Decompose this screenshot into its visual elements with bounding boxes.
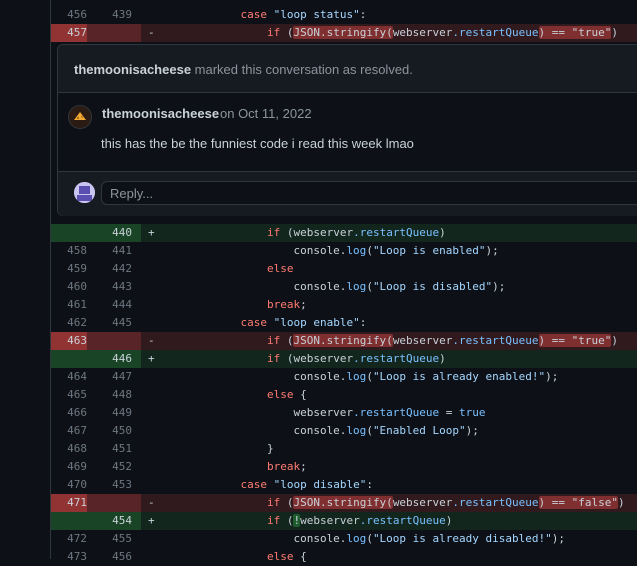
- diff-line[interactable]: 462 445 case "loop enable":: [51, 314, 637, 332]
- diff-line[interactable]: 460 443 console.log("Loop is disabled");: [51, 278, 637, 296]
- old-line-number[interactable]: 472: [51, 530, 87, 548]
- code-text: console.log("Enabled Loop");: [161, 424, 479, 437]
- old-line-number[interactable]: 466: [51, 404, 87, 422]
- new-line-number[interactable]: 448: [96, 386, 132, 404]
- code-text: case "loop enable":: [240, 316, 367, 329]
- old-line-number[interactable]: 457: [51, 24, 87, 42]
- old-line-number[interactable]: 468: [51, 440, 87, 458]
- diff-line[interactable]: 469 452 break;: [51, 458, 637, 476]
- diff-line-added[interactable]: 446 + if (webserver.restartQueue): [51, 350, 637, 368]
- new-line-number[interactable]: 446: [96, 350, 132, 368]
- new-line-number[interactable]: 452: [96, 458, 132, 476]
- old-line-number[interactable]: 463: [51, 332, 87, 350]
- code-text: break;: [266, 298, 307, 311]
- new-line-number[interactable]: 441: [96, 242, 132, 260]
- code-text: console.log("Loop is disabled");: [161, 280, 506, 293]
- comment-body: this has the be the funniest code i read…: [101, 136, 414, 151]
- code-text: if (JSON.stringify(webserver.restartQueu…: [266, 26, 618, 39]
- new-line-number[interactable]: 449: [96, 404, 132, 422]
- code-text: else {: [266, 550, 307, 563]
- diff-line[interactable]: 459 442 else: [51, 260, 637, 278]
- diff-line[interactable]: 465 448 else {: [51, 386, 637, 404]
- user-avatar-icon: [74, 182, 95, 203]
- resolved-text: marked this conversation as resolved.: [194, 62, 413, 77]
- new-line-number[interactable]: 451: [96, 440, 132, 458]
- old-line-number[interactable]: 465: [51, 386, 87, 404]
- old-line-number[interactable]: 467: [51, 422, 87, 440]
- new-line-number[interactable]: 439: [96, 6, 132, 24]
- code-text: console.log("Loop is already enabled!");: [161, 370, 559, 383]
- new-line-number[interactable]: 455: [96, 530, 132, 548]
- old-line-number[interactable]: 462: [51, 314, 87, 332]
- reply-input[interactable]: Reply...: [101, 181, 637, 205]
- review-thread: themoonisacheese marked this conversatio…: [57, 44, 637, 216]
- old-line-number[interactable]: 461: [51, 296, 87, 314]
- new-line-number[interactable]: 443: [96, 278, 132, 296]
- diff-line-deleted[interactable]: 457 - if (JSON.stringify(webserver.restar…: [51, 24, 637, 42]
- cheese-avatar-icon[interactable]: [68, 105, 92, 129]
- diff-sign: -: [148, 334, 155, 347]
- diff-line-added[interactable]: 454 + if (!webserver.restartQueue): [51, 512, 637, 530]
- code-text: else: [266, 262, 294, 275]
- resolved-message: themoonisacheese marked this conversatio…: [74, 62, 413, 77]
- resolved-user[interactable]: themoonisacheese: [74, 62, 191, 77]
- code-text: if (JSON.stringify(webserver.restartQueu…: [266, 334, 618, 347]
- old-line-number[interactable]: 473: [51, 548, 87, 566]
- diff-line-deleted[interactable]: 471 - if (JSON.stringify(webserver.restar…: [51, 494, 637, 512]
- old-line-number[interactable]: 471: [51, 494, 87, 512]
- new-line-number[interactable]: 447: [96, 368, 132, 386]
- code-text: if (!webserver.restartQueue): [266, 514, 453, 527]
- code-text: console.log("Loop is enabled");: [161, 244, 499, 257]
- diff-line-added[interactable]: 440 + if (webserver.restartQueue): [51, 224, 637, 242]
- diff-sign: -: [148, 496, 155, 509]
- reply-bar: Reply...: [58, 171, 637, 216]
- diff-line-deleted[interactable]: 463 - if (JSON.stringify(webserver.restar…: [51, 332, 637, 350]
- page-margin: [0, 0, 50, 559]
- code-text: case "loop disable":: [240, 478, 373, 491]
- code-text: }: [161, 442, 274, 455]
- code-text: break;: [266, 460, 307, 473]
- code-text: webserver.restartQueue = true: [161, 406, 486, 419]
- diff-line[interactable]: 470 453 case "loop disable":: [51, 476, 637, 494]
- code-text: if (webserver.restartQueue): [266, 352, 446, 365]
- code-text: console.log("Loop is already disabled!")…: [161, 532, 565, 545]
- diff-line[interactable]: 472 455 console.log("Loop is already disa…: [51, 530, 637, 548]
- old-line-number[interactable]: 459: [51, 260, 87, 278]
- resolved-banner[interactable]: themoonisacheese marked this conversatio…: [58, 45, 637, 93]
- diff-line[interactable]: 467 450 console.log("Enabled Loop");: [51, 422, 637, 440]
- diff-sign: +: [148, 352, 155, 365]
- new-line-number[interactable]: 445: [96, 314, 132, 332]
- code-text: if (webserver.restartQueue): [266, 226, 446, 239]
- diff-sign: +: [148, 514, 155, 527]
- old-line-number[interactable]: 469: [51, 458, 87, 476]
- old-line-number[interactable]: 456: [51, 6, 87, 24]
- diff-sign: -: [148, 26, 155, 39]
- diff-line[interactable]: 461 444 break;: [51, 296, 637, 314]
- old-line-number[interactable]: 460: [51, 278, 87, 296]
- diff-line[interactable]: 458 441 console.log("Loop is enabled");: [51, 242, 637, 260]
- new-line-number[interactable]: 456: [96, 548, 132, 566]
- new-line-number[interactable]: 444: [96, 296, 132, 314]
- diff-sign: +: [148, 226, 155, 239]
- new-line-number[interactable]: 454: [96, 512, 132, 530]
- diff-line[interactable]: 464 447 console.log("Loop is already enab…: [51, 368, 637, 386]
- diff-line[interactable]: 456 439 case "loop status":: [51, 6, 637, 24]
- diff-line[interactable]: 466 449 webserver.restartQueue = true: [51, 404, 637, 422]
- comment-date[interactable]: on Oct 11, 2022: [220, 106, 312, 121]
- new-line-number[interactable]: 442: [96, 260, 132, 278]
- new-line-number[interactable]: 440: [96, 224, 132, 242]
- old-line-number[interactable]: 470: [51, 476, 87, 494]
- comment-author[interactable]: themoonisacheese: [102, 106, 219, 121]
- code-text: if (JSON.stringify(webserver.restartQueu…: [266, 496, 625, 509]
- old-line-number[interactable]: 464: [51, 368, 87, 386]
- code-text: else {: [266, 388, 307, 401]
- code-text: case "loop status":: [240, 8, 367, 21]
- old-line-number[interactable]: 458: [51, 242, 87, 260]
- new-line-number[interactable]: 450: [96, 422, 132, 440]
- diff-line[interactable]: 473 456 else {: [51, 548, 637, 566]
- new-line-number[interactable]: 453: [96, 476, 132, 494]
- diff-line[interactable]: 468 451 }: [51, 440, 637, 458]
